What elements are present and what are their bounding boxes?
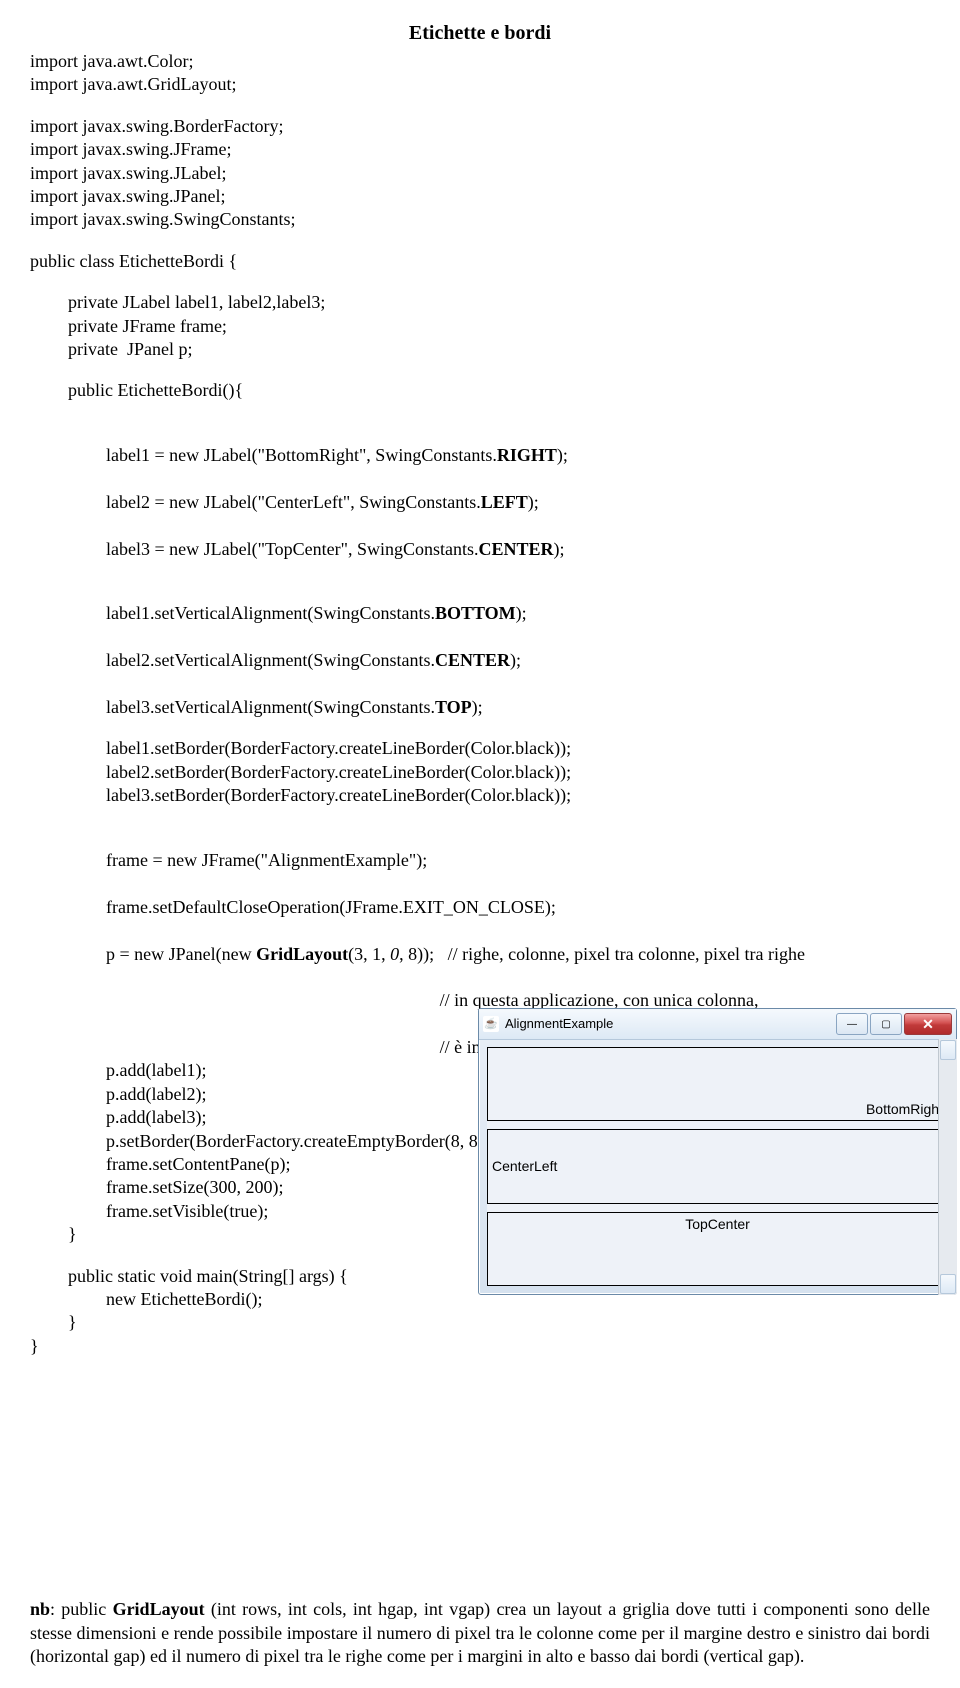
maximize-button[interactable]: ▢ — [870, 1013, 902, 1035]
label-bottom-right: BottomRight — [487, 1047, 948, 1121]
code-labels-init: label1 = new JLabel("BottomRight", Swing… — [106, 421, 930, 561]
minimize-button[interactable]: — — [836, 1013, 868, 1035]
example-window: ☕ AlignmentExample — ▢ ✕ BottomRight Cen… — [478, 1008, 957, 1295]
scrollbar-down-icon[interactable] — [940, 1274, 956, 1294]
code-ctor-decl: public EtichetteBordi(){ — [68, 379, 930, 402]
window-client: BottomRight CenterLeft TopCenter — [487, 1047, 948, 1286]
java-icon: ☕ — [483, 1016, 499, 1032]
code-fields: private JLabel label1, label2,label3; pr… — [68, 291, 930, 361]
code-close-class: } — [30, 1335, 930, 1358]
window-title: AlignmentExample — [505, 1016, 836, 1033]
code-class-decl: public class EtichetteBordi { — [30, 250, 930, 273]
code-borders: label1.setBorder(BorderFactory.createLin… — [106, 737, 930, 807]
label-top-center: TopCenter — [487, 1212, 948, 1286]
code-imports-2: import javax.swing.BorderFactory; import… — [30, 115, 930, 232]
scrollbar-up-icon[interactable] — [940, 1040, 956, 1060]
code-valign: label1.setVerticalAlignment(SwingConstan… — [106, 579, 930, 719]
code-close-main: } — [68, 1311, 930, 1334]
window-titlebar[interactable]: ☕ AlignmentExample — ▢ ✕ — [479, 1009, 956, 1040]
close-button[interactable]: ✕ — [904, 1013, 952, 1035]
label-center-left: CenterLeft — [487, 1129, 948, 1203]
scrollbar[interactable] — [938, 1039, 957, 1295]
code-imports-1: import java.awt.Color; import java.awt.G… — [30, 50, 930, 97]
footnote: nb: public GridLayout (int rows, int col… — [30, 1598, 930, 1668]
page-title: Etichette e bordi — [30, 20, 930, 46]
